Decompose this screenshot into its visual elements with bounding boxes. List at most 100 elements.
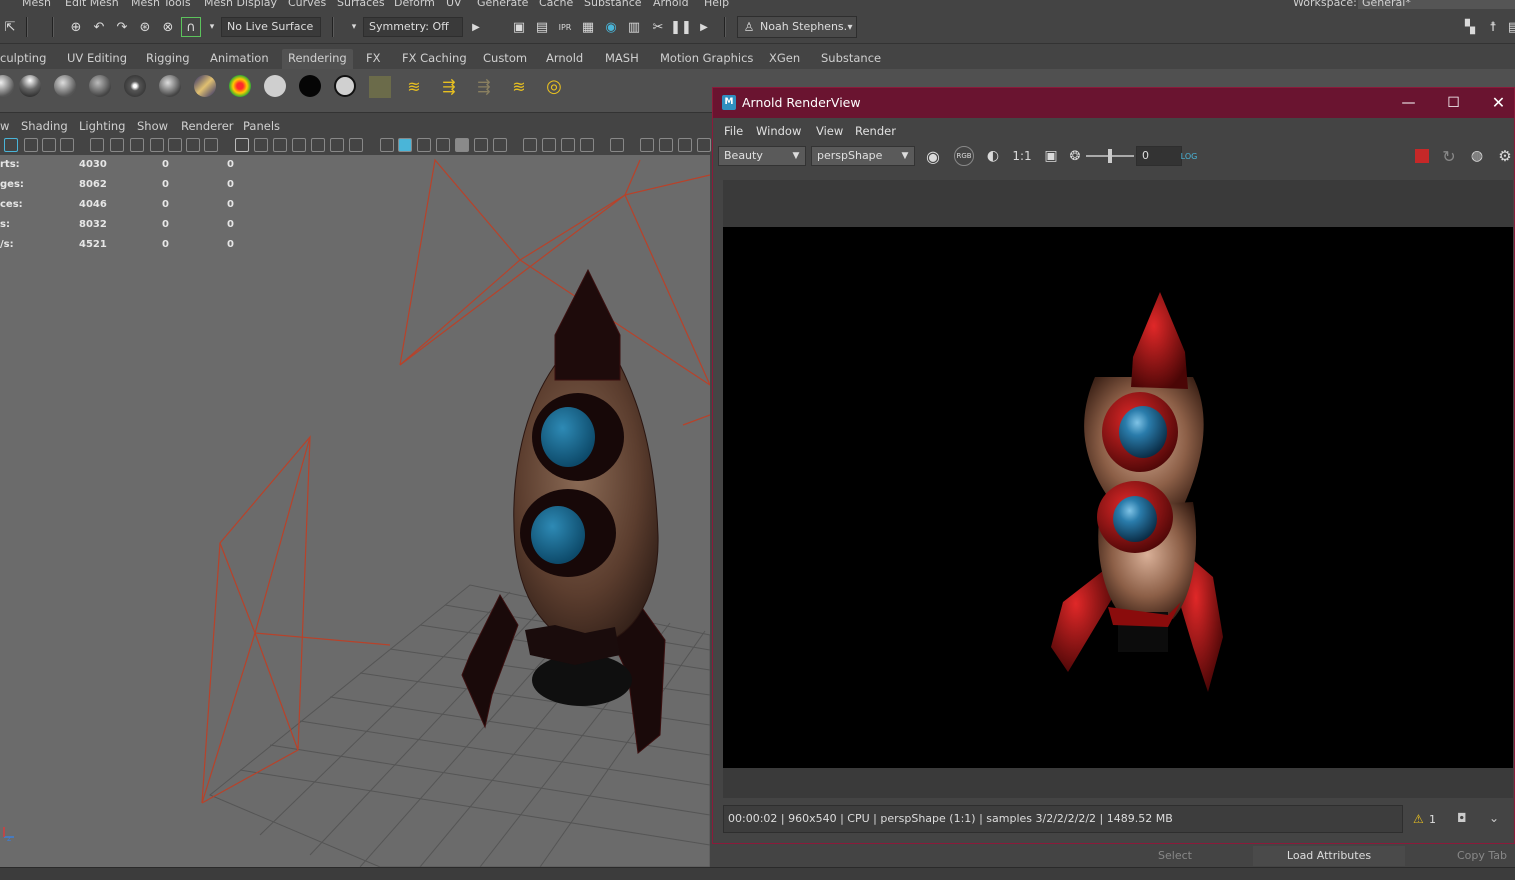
batch-render-icon[interactable]: ≋ bbox=[404, 76, 424, 96]
tab-xgen[interactable]: XGen bbox=[769, 49, 800, 69]
snap-grid-icon[interactable]: ⊕ bbox=[66, 17, 86, 37]
menu-mesh-display[interactable]: Mesh Display bbox=[204, 0, 277, 9]
default-material-icon[interactable] bbox=[417, 138, 431, 152]
snap-curve-icon[interactable]: ↶ bbox=[89, 17, 109, 37]
gear-icon[interactable]: ⚙ bbox=[1495, 146, 1515, 166]
bookmarks-icon[interactable] bbox=[42, 138, 56, 152]
minimize-icon[interactable]: — bbox=[1386, 88, 1431, 118]
magnet-icon[interactable]: ∩ bbox=[181, 17, 201, 37]
screen-space-ao-icon[interactable] bbox=[523, 138, 537, 152]
snapshot-icon[interactable]: ◘ bbox=[1457, 811, 1467, 825]
safe-title-icon[interactable] bbox=[349, 138, 363, 152]
human-ik-icon[interactable]: ☨ bbox=[1483, 17, 1503, 37]
maximize-icon[interactable]: ☐ bbox=[1431, 88, 1476, 118]
tab-custom[interactable]: Custom bbox=[483, 49, 527, 69]
render-sequence-icon[interactable]: ⇶ bbox=[439, 76, 459, 96]
wireframe-on-shaded-icon[interactable] bbox=[436, 138, 450, 152]
exposure-icon[interactable]: ❂ bbox=[1065, 146, 1085, 166]
menu-generate[interactable]: Generate bbox=[477, 0, 528, 9]
collapse-arrow-icon[interactable]: ▶ bbox=[466, 17, 486, 37]
area-light-icon[interactable] bbox=[19, 75, 41, 97]
menu-curves[interactable]: Curves bbox=[288, 0, 326, 9]
rgb-channel-icon[interactable]: RGB bbox=[954, 146, 974, 166]
tab-animation[interactable]: Animation bbox=[210, 49, 269, 69]
menu-help[interactable]: Help bbox=[704, 0, 729, 9]
wireframe-shading-icon[interactable] bbox=[380, 138, 394, 152]
chevron-down-icon[interactable]: ⌄ bbox=[1489, 811, 1499, 825]
panel-menu-shading[interactable]: Shading bbox=[21, 119, 68, 133]
anti-aliasing-icon[interactable] bbox=[561, 138, 575, 152]
wireframe-toggle-icon[interactable] bbox=[168, 138, 182, 152]
rv-menu-window[interactable]: Window bbox=[756, 124, 801, 138]
rv-menu-file[interactable]: File bbox=[724, 124, 743, 138]
menu-arnold[interactable]: Arnold bbox=[653, 0, 689, 9]
tab-rigging[interactable]: Rigging bbox=[146, 49, 190, 69]
tab-mash[interactable]: MASH bbox=[605, 49, 639, 69]
xray-joints-icon[interactable] bbox=[640, 138, 654, 152]
modeling-toolkit-icon[interactable]: ▚ bbox=[1460, 17, 1480, 37]
motion-blur-icon[interactable] bbox=[542, 138, 556, 152]
arnold-render-icon[interactable]: ✂ bbox=[648, 17, 668, 37]
cancel-batch-icon[interactable]: ⇶ bbox=[474, 76, 494, 96]
collapse-arrow-icon[interactable]: ▶ bbox=[694, 17, 714, 37]
tab-motion-graphics[interactable]: Motion Graphics bbox=[660, 49, 753, 69]
renderview-title-bar[interactable]: M Arnold RenderView — ☐ ✕ bbox=[713, 88, 1514, 118]
snap-view-icon[interactable]: ⊛ bbox=[135, 17, 155, 37]
panel-menu-renderer[interactable]: Renderer bbox=[181, 119, 234, 133]
load-attributes-button[interactable]: Load Attributes bbox=[1253, 846, 1405, 866]
chevron-down-icon[interactable]: ▾ bbox=[202, 17, 222, 37]
menu-surfaces[interactable]: Surfaces bbox=[337, 0, 385, 9]
field-chart-icon[interactable] bbox=[311, 138, 325, 152]
render-target-icon[interactable]: ◎ bbox=[544, 76, 564, 97]
surface-shader-white-icon[interactable] bbox=[334, 75, 356, 97]
menu-edit-mesh[interactable]: Edit Mesh bbox=[65, 0, 119, 9]
warning-icon[interactable]: ⚠ bbox=[1413, 812, 1424, 826]
image-plane-icon[interactable] bbox=[60, 138, 74, 152]
rv-menu-render[interactable]: Render bbox=[855, 124, 896, 138]
tab-uv-editing[interactable]: UV Editing bbox=[67, 49, 127, 69]
show-batch-icon[interactable]: ≋ bbox=[509, 76, 529, 96]
surface-shader-black-icon[interactable] bbox=[299, 75, 321, 97]
striped-material-icon[interactable] bbox=[194, 75, 216, 97]
perspective-viewport[interactable]: z bbox=[0, 155, 710, 867]
panel-menu-panels[interactable]: Panels bbox=[243, 119, 280, 133]
chevron-down-icon[interactable]: ▾ bbox=[840, 17, 860, 37]
grid-toggle-icon[interactable] bbox=[235, 138, 249, 152]
spot-light-icon[interactable] bbox=[54, 75, 76, 97]
close-icon[interactable]: ✕ bbox=[1476, 88, 1515, 118]
safe-action-icon[interactable] bbox=[330, 138, 344, 152]
camera-dropdown[interactable]: perspShape ▼ bbox=[811, 146, 915, 166]
render-view-icon[interactable]: ▥ bbox=[624, 17, 644, 37]
log-button[interactable]: LOG bbox=[1179, 146, 1199, 166]
exposure-field[interactable]: 0 bbox=[1136, 146, 1182, 166]
tab-fx-caching[interactable]: FX Caching bbox=[402, 49, 467, 69]
select-tool-icon[interactable]: ⇱ bbox=[0, 17, 20, 37]
hypershade-icon[interactable]: ◉ bbox=[601, 17, 621, 37]
directional-light-icon[interactable] bbox=[89, 75, 111, 97]
panel-menu-view[interactable]: w bbox=[0, 119, 9, 133]
panel-menu-lighting[interactable]: Lighting bbox=[79, 119, 125, 133]
pause-icon[interactable]: ❚❚ bbox=[670, 17, 692, 37]
smooth-shading-icon[interactable] bbox=[398, 138, 412, 152]
panel-menu-show[interactable]: Show bbox=[137, 119, 168, 133]
render-frame-icon[interactable]: ▤ bbox=[532, 17, 552, 37]
render-region-icon[interactable]: ▣ bbox=[509, 17, 529, 37]
render-settings-icon[interactable]: ▦ bbox=[578, 17, 598, 37]
depth-of-field-icon[interactable] bbox=[580, 138, 594, 152]
gate-mask-icon[interactable] bbox=[292, 138, 306, 152]
camera-attributes-icon[interactable] bbox=[24, 138, 38, 152]
menu-mesh-tools[interactable]: Mesh Tools bbox=[131, 0, 191, 9]
select-camera-icon[interactable] bbox=[4, 138, 18, 152]
copy-tab-button[interactable]: Copy Tab bbox=[1408, 846, 1515, 866]
gamma-icon[interactable] bbox=[697, 138, 711, 152]
texture-bake-icon[interactable] bbox=[369, 76, 391, 98]
xray-active-icon[interactable] bbox=[659, 138, 673, 152]
film-gate-icon[interactable] bbox=[254, 138, 268, 152]
ipr-toggle-icon[interactable]: ◍ bbox=[1467, 146, 1487, 166]
chevron-down-icon[interactable]: ▾ bbox=[344, 17, 364, 37]
camera-sphere-icon[interactable] bbox=[0, 75, 14, 97]
bookmark-icon[interactable] bbox=[150, 138, 164, 152]
resolution-gate-icon[interactable] bbox=[273, 138, 287, 152]
ipr-render-icon[interactable]: IPR bbox=[555, 17, 575, 37]
tab-substance[interactable]: Substance bbox=[821, 49, 881, 69]
